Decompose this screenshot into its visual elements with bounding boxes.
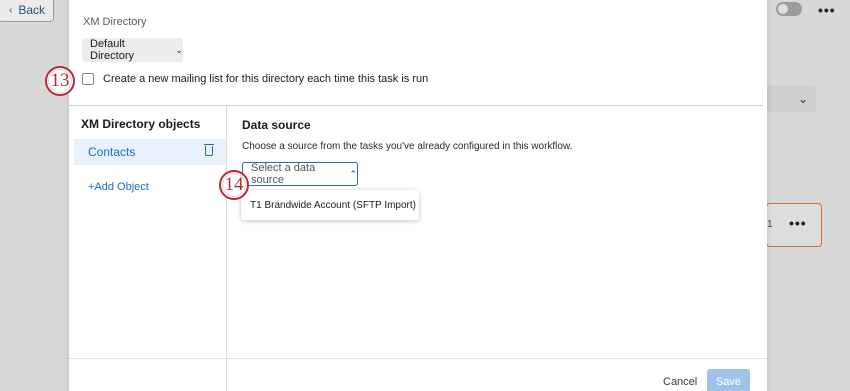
data-source-option[interactable]: T1 Brandwide Account (SFTP Import) xyxy=(250,200,416,211)
step-callout-13: 13 xyxy=(45,66,75,96)
sidebar-title: XM Directory objects xyxy=(81,117,201,131)
mailing-list-option: Create a new mailing list for this direc… xyxy=(82,73,428,85)
back-label: Back xyxy=(18,3,46,17)
directory-select-label: Default Directory xyxy=(90,38,135,62)
task-card-number: 1 xyxy=(767,219,773,230)
chevron-down-icon: ⌄ xyxy=(797,92,808,106)
chevron-up-icon: ⌃ xyxy=(349,168,357,179)
chevron-down-icon: ⌄ xyxy=(175,44,183,55)
task-modal: XM Directory Default Directory ⌄ Create … xyxy=(69,0,767,391)
objects-sidebar: XM Directory objects Contacts +Add Objec… xyxy=(69,106,227,391)
directory-select-button[interactable]: Default Directory ⌄ xyxy=(82,38,183,62)
mailing-list-checkbox-label: Create a new mailing list for this direc… xyxy=(103,73,429,85)
step-callout-14: 14 xyxy=(219,170,249,200)
trash-icon[interactable] xyxy=(204,144,214,156)
chevron-left-icon: ‹ xyxy=(9,4,13,16)
background-select[interactable]: ⌄ xyxy=(766,86,816,112)
footer-divider xyxy=(69,358,767,359)
data-source-title: Data source xyxy=(242,118,311,132)
xm-directory-label: XM Directory xyxy=(83,16,147,28)
add-object-link[interactable]: +Add Object xyxy=(88,181,149,193)
mailing-list-checkbox[interactable] xyxy=(82,73,94,85)
background-task-card[interactable]: 1 ••• xyxy=(766,203,822,247)
cancel-button[interactable]: Cancel xyxy=(663,376,697,388)
data-source-description: Choose a source from the tasks you've al… xyxy=(242,141,573,152)
task-card-more-icon[interactable]: ••• xyxy=(789,215,807,231)
toggle-switch[interactable] xyxy=(776,2,802,16)
back-button[interactable]: ‹ Back xyxy=(0,0,54,22)
save-button[interactable]: Save xyxy=(707,369,750,391)
data-source-placeholder: Select a data source xyxy=(251,162,316,186)
data-source-select[interactable]: Select a data source ⌃ xyxy=(242,162,358,186)
more-options-icon[interactable]: ••• xyxy=(818,2,836,18)
sidebar-item-label: Contacts xyxy=(88,145,136,159)
sidebar-item-contacts[interactable]: Contacts xyxy=(74,139,226,165)
data-source-dropdown: T1 Brandwide Account (SFTP Import) xyxy=(241,190,419,220)
